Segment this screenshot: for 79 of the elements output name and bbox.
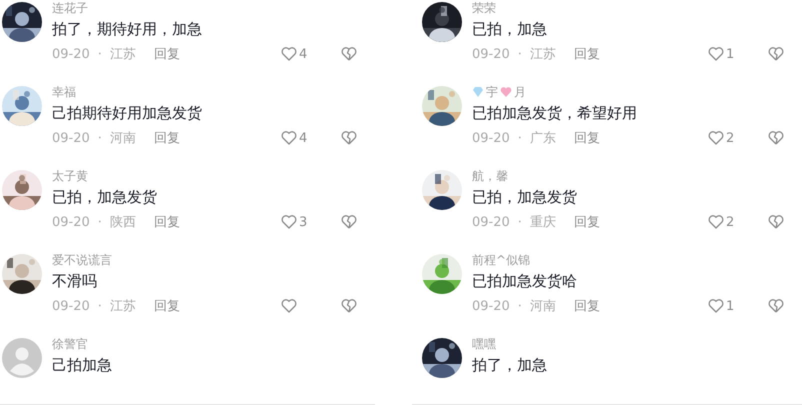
like-button[interactable]: 1 <box>708 298 744 314</box>
broken-heart-icon[interactable] <box>341 130 357 146</box>
separator-dot: · <box>98 130 102 146</box>
comment-text: 己拍加急 <box>52 355 113 376</box>
comment-text: 己拍期待好用加急发货 <box>52 103 203 124</box>
user-name[interactable]: 太子黄 <box>52 168 88 184</box>
like-button[interactable]: 2 <box>708 130 744 146</box>
comment-region: 江苏 <box>530 46 556 63</box>
heart-outline-icon <box>708 298 724 314</box>
comment-text: 已拍，加急发货 <box>52 187 158 208</box>
heart-outline-icon <box>281 214 297 230</box>
comment-region: 广东 <box>530 130 556 147</box>
broken-heart-icon[interactable] <box>768 214 784 230</box>
user-name[interactable]: 宇 <box>486 84 498 100</box>
user-name-suffix: 月 <box>514 84 526 100</box>
heart-outline-icon <box>708 214 724 230</box>
broken-heart-icon[interactable] <box>341 214 357 230</box>
reply-link[interactable]: 回复 <box>574 213 600 231</box>
comment-region: 河南 <box>530 298 556 315</box>
comment-text: 已拍加急发货哈 <box>472 271 578 292</box>
reply-link[interactable]: 回复 <box>574 297 600 315</box>
reply-link[interactable]: 回复 <box>154 213 180 231</box>
heart-outline-icon <box>708 130 724 146</box>
broken-heart-icon[interactable] <box>768 130 784 146</box>
heart-outline-icon <box>281 130 297 146</box>
reply-link[interactable]: 回复 <box>574 45 600 63</box>
reply-link[interactable]: 回复 <box>574 129 600 147</box>
default-avatar-icon <box>2 338 42 378</box>
like-button[interactable]: 4 <box>281 46 317 62</box>
comment-date: 09-20 <box>472 46 510 62</box>
heart-icon <box>500 86 512 98</box>
separator-dot: · <box>518 298 522 314</box>
reply-link[interactable]: 回复 <box>154 297 180 315</box>
separator-dot: · <box>518 214 522 230</box>
reply-link[interactable]: 回复 <box>154 129 180 147</box>
separator-dot: · <box>518 46 522 62</box>
user-name[interactable]: 嘿嘿 <box>472 336 496 352</box>
heart-outline-icon <box>708 46 724 62</box>
comment-date: 09-20 <box>52 298 90 314</box>
separator-dot: · <box>518 130 522 146</box>
separator-dot: · <box>98 46 102 62</box>
comment-region: 江苏 <box>110 46 136 63</box>
user-name[interactable]: 航，馨 <box>472 168 508 184</box>
user-name[interactable]: 幸福 <box>52 84 76 100</box>
comment-date: 09-20 <box>472 130 510 146</box>
like-button[interactable]: 4 <box>281 130 317 146</box>
diamond-icon <box>472 86 484 98</box>
comment-text: 拍了，加急 <box>472 355 548 376</box>
user-name[interactable]: 徐警官 <box>52 336 88 352</box>
separator-dot: · <box>98 214 102 230</box>
broken-heart-icon[interactable] <box>341 298 357 314</box>
broken-heart-icon[interactable] <box>768 46 784 62</box>
comment-text: 不滑吗 <box>52 271 98 292</box>
like-button[interactable]: 3 <box>281 214 317 230</box>
user-name[interactable]: 连花子 <box>52 0 88 16</box>
comment-text: 已拍，加急 <box>472 19 548 40</box>
heart-outline-icon <box>281 46 297 62</box>
comment-region: 陕西 <box>110 214 136 231</box>
like-button[interactable]: 1 <box>708 46 744 62</box>
comment-text: 已拍加急发货，希望好用 <box>472 103 638 124</box>
user-name[interactable]: 爱不说谎言 <box>52 252 112 268</box>
comment-region: 河南 <box>110 130 136 147</box>
heart-outline-icon <box>281 298 297 314</box>
user-name[interactable]: 荣荣 <box>472 0 496 16</box>
comment-text: 拍了，期待好用，加急 <box>52 19 203 40</box>
separator-dot: · <box>98 298 102 314</box>
comment-date: 09-20 <box>472 298 510 314</box>
comment-date: 09-20 <box>52 130 90 146</box>
comment-region: 重庆 <box>530 214 556 231</box>
user-name[interactable]: 前程^似锦 <box>472 252 530 268</box>
broken-heart-icon[interactable] <box>341 46 357 62</box>
comment-date: 09-20 <box>52 214 90 230</box>
like-button[interactable]: 2 <box>708 214 744 230</box>
comment-text: 已拍，加急发货 <box>472 187 578 208</box>
broken-heart-icon[interactable] <box>768 298 784 314</box>
comment-date: 09-20 <box>52 46 90 62</box>
comment-region: 江苏 <box>110 298 136 315</box>
comment-date: 09-20 <box>472 214 510 230</box>
reply-link[interactable]: 回复 <box>154 45 180 63</box>
